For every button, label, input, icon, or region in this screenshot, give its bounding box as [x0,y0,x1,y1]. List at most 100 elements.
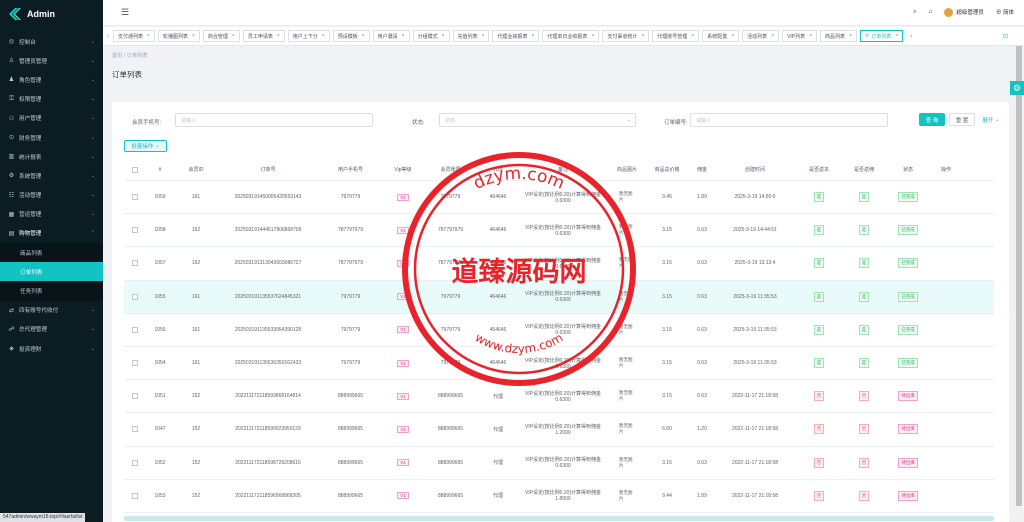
tags-scroll-left-icon[interactable]: ‹ [103,33,113,40]
row-actions[interactable] [932,347,960,379]
close-icon[interactable]: × [277,33,280,39]
table-row[interactable]: 1053 152 2022111721185969688682​05 88899966… [124,480,994,513]
close-icon[interactable]: × [531,33,534,39]
checkbox[interactable] [132,326,138,333]
tab-item[interactable]: 商品列表 × [820,30,857,42]
row-actions[interactable] [932,314,960,346]
table-row[interactable]: 1055 161 2025031911355376248453​21 7979779 V… [124,280,994,314]
sidebar-item[interactable]: ▦ 营运管理 ⌄ [0,205,103,224]
reset-button[interactable]: 重 置 [949,113,975,126]
close-icon[interactable]: × [849,33,852,39]
logo[interactable]: Admin [0,0,103,28]
close-icon[interactable]: × [322,33,325,39]
tab-item[interactable]: 商合管理 × [202,30,240,42]
checkbox[interactable] [132,459,138,466]
table-row[interactable]: 1056 161 2025031911355339543901​28 7979779 V… [124,314,994,347]
close-icon[interactable]: × [482,33,485,39]
row-checkbox[interactable] [124,314,146,346]
row-checkbox[interactable] [124,247,146,279]
table-row[interactable]: 1057 162 2025031913130435030867​27 78779797… [124,247,994,281]
checkbox[interactable] [132,360,138,367]
row-actions[interactable] [932,447,960,479]
tab-item[interactable]: 代理单日业绩报表 × [542,30,600,42]
refresh-icon[interactable]: ⟳ [865,33,869,39]
table-row[interactable]: 1054 161 2025031911355363501624​33 7979779 V… [124,347,994,381]
row-checkbox[interactable] [124,480,146,512]
sidebar-item[interactable]: ☷ 活动管理 ⌄ [0,186,103,205]
row-checkbox[interactable] [124,347,146,379]
close-icon[interactable]: × [147,33,150,39]
table-row[interactable]: 1047 152 2022111721185990239501​29 88899966… [124,413,994,447]
checkbox[interactable] [132,260,138,267]
sidebar-item[interactable]: ⚿ 权限管理 ⌄ [0,90,103,109]
tab-item[interactable]: 代理业绩报表 × [492,30,540,42]
sidebar-item[interactable]: ⚇ 用户管理 ⌄ [0,109,103,128]
tab-item[interactable]: 用户邀请 × [372,30,410,42]
checkbox[interactable] [132,426,138,433]
expand-button[interactable]: 展开 ⌄ [978,113,1004,126]
row-actions[interactable] [932,380,960,412]
tab-item[interactable]: VIP列表 × [782,30,818,42]
vertical-scrollbar[interactable] [1016,46,1022,522]
close-icon[interactable]: × [442,33,445,39]
row-actions[interactable] [932,413,960,445]
tab-item[interactable]: 支付通列表 × [113,30,155,42]
tab-item[interactable]: ⟳ 订单列表 × [859,30,904,42]
close-icon[interactable]: × [691,33,694,39]
sidebar-item[interactable]: ▥ 统计报表 ⌄ [0,147,103,166]
close-icon[interactable]: × [402,33,405,39]
tab-item[interactable]: 代理账号管理 × [652,30,700,42]
table-row[interactable]: 1051 152 2022111721185938681648​14 88899966… [124,380,994,414]
row-checkbox[interactable] [124,281,146,313]
status-select[interactable]: 状态 ⌄ [439,113,636,127]
sidebar-item[interactable]: 任务列表 [0,281,103,300]
tab-item[interactable]: 充值列表 × [452,30,490,42]
batch-action-button[interactable]: 批量操作 ⌄ [124,140,167,152]
close-icon[interactable]: × [362,33,365,39]
row-actions[interactable] [932,247,960,279]
order-input[interactable]: 请输入 [690,113,888,127]
language-switch[interactable]: ⊕ 简体 [996,8,1014,16]
row-checkbox[interactable] [124,413,146,445]
select-all-checkbox[interactable] [124,159,146,180]
settings-gear-icon[interactable]: ⚙ [1010,81,1024,95]
tab-item[interactable]: 支付渠道统计 × [602,30,650,42]
sidebar-item[interactable]: ⚙ 系统管理 ⌄ [0,166,103,185]
horizontal-scrollbar[interactable] [124,516,994,521]
sidebar-item[interactable]: ☍ 总代理管理 ⌄ [0,320,103,339]
checkbox[interactable] [132,492,138,499]
sidebar-item[interactable]: ♟ 角色管理 ⌄ [0,70,103,89]
close-icon[interactable]: × [591,33,594,39]
checkbox[interactable] [132,393,138,400]
tab-item[interactable]: 预设模板 × [332,30,370,42]
sidebar-item[interactable]: ▤ 购物管理 ⌃ [0,224,103,243]
row-checkbox[interactable] [124,447,146,479]
row-actions[interactable] [932,480,960,512]
row-actions[interactable] [932,214,960,246]
user-menu[interactable]: 超级管理员 [944,8,984,18]
bell-icon[interactable]: ♫ [928,9,932,15]
tab-item[interactable]: 分组模式 × [412,30,450,42]
sidebar-item[interactable]: 订单列表 [0,262,103,282]
checkbox[interactable] [132,166,138,173]
table-row[interactable]: 1052 152 2022111721185987292086​16 88899966… [124,447,994,480]
row-checkbox[interactable] [124,181,146,213]
close-icon[interactable]: × [771,33,774,39]
checkbox[interactable] [132,227,138,234]
row-actions[interactable] [932,181,960,213]
sidebar-item[interactable]: ⇄ 四有账号代收付 ⌄ [0,301,103,320]
row-actions[interactable] [932,281,960,313]
close-icon[interactable]: × [895,33,898,39]
phone-input[interactable]: 请输入 [175,113,373,127]
checkbox[interactable] [132,293,138,300]
tab-item[interactable]: 员工申请表 × [242,30,285,42]
row-checkbox[interactable] [124,380,146,412]
table-row[interactable]: 1058 162 20250319144451780686870​9 78779797… [124,214,994,248]
tab-item[interactable]: 活动列表 × [742,30,780,42]
tab-item[interactable]: 轮播图列表 × [157,30,200,42]
sidebar-item[interactable]: ◈ 投资理财 ⌄ [0,339,103,358]
close-icon[interactable]: × [641,33,644,39]
sidebar-item[interactable]: ⊙ 财务管理 ⌄ [0,128,103,147]
vertical-scrollbar-thumb[interactable] [1016,46,1022,506]
sidebar-item[interactable]: ◎ 控制台 ⌄ [0,32,103,51]
